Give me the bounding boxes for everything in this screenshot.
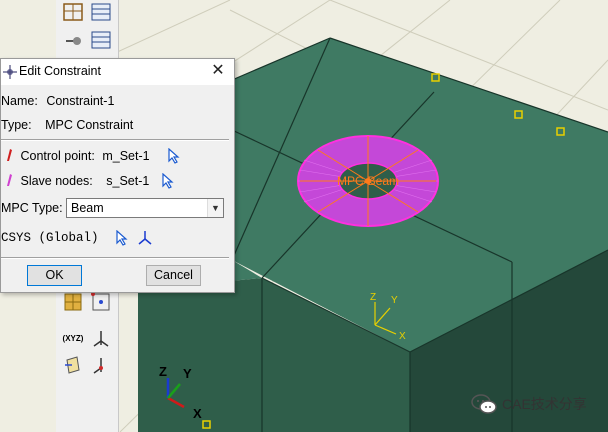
name-row: Name: Constraint-1 bbox=[1, 92, 114, 110]
control-point-label: Control point: bbox=[20, 149, 95, 163]
mesh-grid-tool[interactable] bbox=[60, 0, 86, 26]
type-row: Type: MPC Constraint bbox=[1, 116, 133, 134]
control-point-value: m_Set-1 bbox=[102, 149, 150, 163]
xyz-icon: (XYZ) bbox=[62, 333, 84, 343]
mpc-type-select[interactable]: Beam ▼ bbox=[66, 198, 224, 218]
mpc-label: MPC-Beam bbox=[337, 174, 399, 188]
slave-nodes-row: Slave nodes: s_Set-1 bbox=[5, 172, 149, 190]
dialog-titlebar[interactable]: Edit Constraint ✕ bbox=[1, 59, 234, 85]
table-icon bbox=[91, 31, 111, 49]
edit-constraint-dialog: Edit Constraint ✕ Name: Constraint-1 Typ… bbox=[0, 58, 235, 293]
slave-nodes-pick-button[interactable] bbox=[161, 173, 175, 189]
mesh-icon bbox=[64, 293, 82, 311]
axis-icon bbox=[93, 331, 109, 347]
datum-point-tool[interactable] bbox=[88, 352, 114, 378]
constraint-icon bbox=[3, 65, 17, 79]
csys-pick-button[interactable] bbox=[115, 230, 129, 246]
close-icon: ✕ bbox=[211, 62, 225, 79]
separator bbox=[1, 257, 229, 259]
triad-y-label: Y bbox=[183, 366, 192, 381]
manager-tool[interactable] bbox=[88, 0, 114, 26]
local-axis-z-label: Z bbox=[370, 292, 376, 303]
magenta-set-icon bbox=[7, 174, 12, 186]
slave-nodes-label: Slave nodes: bbox=[20, 174, 93, 188]
watermark-text: CAE技术分享 bbox=[502, 396, 587, 412]
mpc-beam-ring[interactable]: MPC-Beam bbox=[297, 135, 439, 227]
triad-x-label: X bbox=[193, 406, 202, 421]
red-set-icon bbox=[7, 149, 12, 161]
close-button[interactable]: ✕ bbox=[208, 61, 228, 81]
name-value: Constraint-1 bbox=[46, 94, 115, 108]
connector-tool[interactable] bbox=[60, 28, 86, 54]
local-axis-y-label: Y bbox=[391, 295, 398, 306]
separator bbox=[1, 139, 229, 141]
connector-manager-tool[interactable] bbox=[88, 28, 114, 54]
local-axis-x-label: X bbox=[399, 331, 406, 342]
type-label: Type: bbox=[1, 118, 32, 132]
cancel-button[interactable]: Cancel bbox=[146, 265, 201, 286]
point-axis-icon bbox=[93, 358, 103, 374]
mpc-type-value: Beam bbox=[71, 201, 104, 215]
chevron-down-icon: ▼ bbox=[207, 199, 223, 217]
csys-label: CSYS (Global) bbox=[1, 231, 99, 245]
mpc-type-label: MPC Type: bbox=[1, 201, 63, 215]
datum-axis-tool[interactable] bbox=[88, 325, 114, 351]
mesh-nodes-icon bbox=[91, 292, 110, 311]
wechat-icon bbox=[471, 394, 497, 414]
ok-button[interactable]: OK bbox=[27, 265, 82, 286]
watermark: CAE技术分享 bbox=[470, 392, 587, 416]
connector-icon bbox=[66, 37, 81, 45]
plane-icon bbox=[65, 356, 80, 374]
csys-create-button[interactable] bbox=[137, 229, 153, 245]
name-label: Name: bbox=[1, 94, 38, 108]
control-point-pick-button[interactable] bbox=[167, 148, 181, 164]
control-point-row: Control point: m_Set-1 bbox=[5, 147, 150, 165]
type-value: MPC Constraint bbox=[45, 118, 134, 132]
dialog-title: Edit Constraint bbox=[19, 64, 101, 78]
grid-icon bbox=[63, 3, 83, 21]
datum-plane-tool[interactable] bbox=[60, 352, 86, 378]
triad-z-label: Z bbox=[159, 364, 167, 379]
datum-csys-tool[interactable]: (XYZ) bbox=[60, 325, 86, 351]
table-icon bbox=[91, 3, 111, 21]
slave-nodes-value: s_Set-1 bbox=[106, 174, 150, 188]
